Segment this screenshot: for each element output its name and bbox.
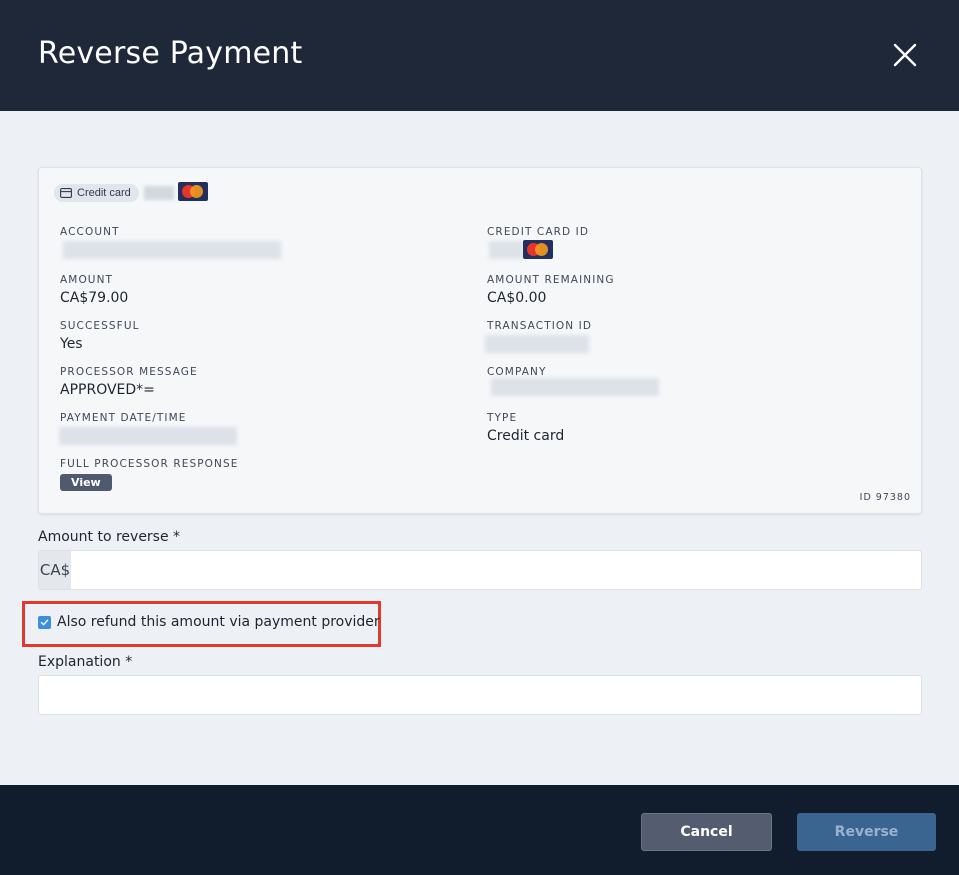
- successful-value: Yes: [60, 336, 83, 352]
- payment-datetime-redacted: [59, 427, 237, 445]
- processor-message-value: APPROVED*=: [60, 382, 155, 398]
- modal-body: Credit card ACCOUNT AMOUNT CA$79.00 SUCC…: [0, 111, 959, 785]
- mastercard-logo-small: [523, 240, 553, 259]
- modal-header: Reverse Payment: [0, 0, 959, 111]
- credit-card-id-label: CREDIT CARD ID: [487, 226, 590, 238]
- company-label: COMPANY: [487, 366, 547, 378]
- explanation-input[interactable]: [38, 675, 922, 715]
- reverse-button[interactable]: Reverse: [797, 813, 936, 851]
- amount-input[interactable]: [71, 551, 921, 589]
- explanation-label: Explanation *: [38, 654, 133, 670]
- amount-to-reverse-label: Amount to reverse *: [38, 529, 181, 545]
- processor-response-label: FULL PROCESSOR RESPONSE: [60, 458, 239, 470]
- modal-title: Reverse Payment: [38, 36, 303, 71]
- transaction-id-label: TRANSACTION ID: [487, 320, 593, 332]
- account-label: ACCOUNT: [60, 226, 120, 238]
- type-label: TYPE: [487, 412, 518, 424]
- checkmark-icon: [40, 619, 49, 625]
- close-button[interactable]: [887, 37, 923, 73]
- type-value: Credit card: [487, 428, 565, 444]
- mastercard-logo: [178, 182, 208, 201]
- credit-card-icon: [60, 188, 72, 198]
- payment-datetime-label: PAYMENT DATE/TIME: [60, 412, 187, 424]
- payment-details-card: Credit card ACCOUNT AMOUNT CA$79.00 SUCC…: [38, 167, 922, 514]
- transaction-id-redacted: [485, 335, 589, 353]
- cancel-button[interactable]: Cancel: [641, 813, 772, 851]
- close-icon: [893, 43, 917, 67]
- amount-remaining-label: AMOUNT REMAINING: [487, 274, 615, 286]
- processor-message-label: PROCESSOR MESSAGE: [60, 366, 198, 378]
- modal-footer: Cancel Reverse: [0, 785, 959, 875]
- refund-checkbox[interactable]: [38, 615, 51, 629]
- amount-label: AMOUNT: [60, 274, 114, 286]
- payment-id: ID 97380: [859, 492, 911, 503]
- successful-label: SUCCESSFUL: [60, 320, 140, 332]
- refund-checkbox-row[interactable]: Also refund this amount via payment prov…: [38, 614, 380, 630]
- currency-prefix: CA$: [39, 551, 71, 589]
- credit-card-id-redacted: [489, 241, 523, 259]
- chip-label: Credit card: [77, 187, 131, 199]
- amount-remaining-value: CA$0.00: [487, 290, 547, 306]
- payment-type-chip: Credit card: [54, 184, 139, 202]
- amount-value: CA$79.00: [60, 290, 129, 306]
- amount-field: CA$: [38, 550, 922, 590]
- account-value-redacted: [63, 241, 281, 259]
- refund-checkbox-label: Also refund this amount via payment prov…: [57, 614, 380, 630]
- card-number-redacted: [144, 186, 174, 200]
- view-response-button[interactable]: View: [60, 474, 112, 491]
- company-redacted: [491, 378, 659, 396]
